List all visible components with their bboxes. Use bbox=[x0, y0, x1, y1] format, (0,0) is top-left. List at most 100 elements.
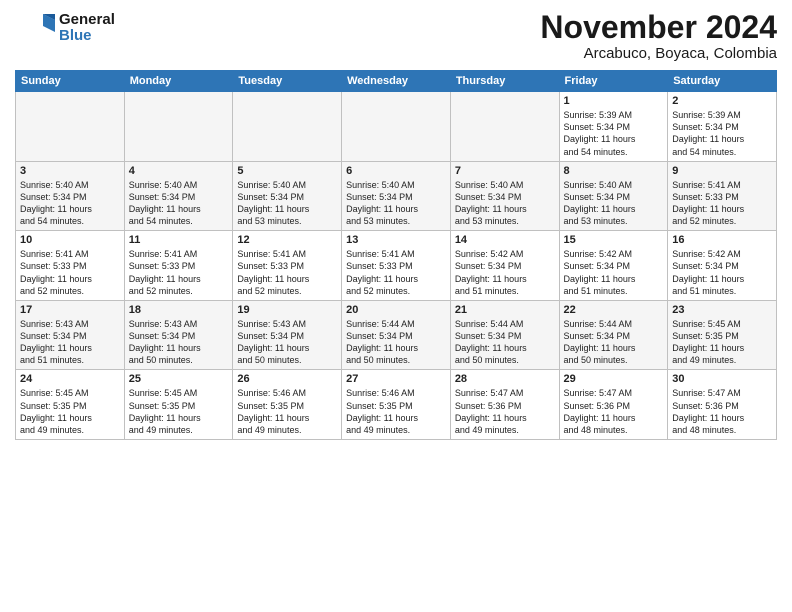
calendar-cell: 29 Sunrise: 5:47 AM Sunset: 5:36 PM Dayli… bbox=[559, 370, 668, 440]
calendar-cell: 24 Sunrise: 5:45 AM Sunset: 5:35 PM Dayli… bbox=[16, 370, 125, 440]
day-info: Sunrise: 5:44 AM Sunset: 5:34 PM Dayligh… bbox=[564, 318, 664, 367]
col-monday: Monday bbox=[124, 71, 233, 92]
calendar-cell: 13 Sunrise: 5:41 AM Sunset: 5:33 PM Dayli… bbox=[342, 231, 451, 301]
calendar-cell bbox=[16, 92, 125, 162]
day-info: Sunrise: 5:45 AM Sunset: 5:35 PM Dayligh… bbox=[129, 387, 229, 436]
day-number: 3 bbox=[20, 165, 120, 177]
day-info: Sunrise: 5:43 AM Sunset: 5:34 PM Dayligh… bbox=[129, 318, 229, 367]
day-info: Sunrise: 5:41 AM Sunset: 5:33 PM Dayligh… bbox=[346, 248, 446, 297]
day-info: Sunrise: 5:40 AM Sunset: 5:34 PM Dayligh… bbox=[237, 179, 337, 228]
day-number: 16 bbox=[672, 234, 772, 246]
day-number: 29 bbox=[564, 373, 664, 385]
day-info: Sunrise: 5:42 AM Sunset: 5:34 PM Dayligh… bbox=[455, 248, 555, 297]
day-number: 23 bbox=[672, 304, 772, 316]
day-number: 1 bbox=[564, 95, 664, 107]
header-row: Sunday Monday Tuesday Wednesday Thursday… bbox=[16, 71, 777, 92]
day-info: Sunrise: 5:44 AM Sunset: 5:34 PM Dayligh… bbox=[346, 318, 446, 367]
day-info: Sunrise: 5:47 AM Sunset: 5:36 PM Dayligh… bbox=[672, 387, 772, 436]
title-block: November 2024 Arcabuco, Boyaca, Colombia bbox=[540, 10, 777, 62]
calendar-cell: 12 Sunrise: 5:41 AM Sunset: 5:33 PM Dayli… bbox=[233, 231, 342, 301]
calendar-row: 17Sunrise: 5:43 AM Sunset: 5:34 PM Dayli… bbox=[16, 300, 777, 370]
calendar-cell: 21Sunrise: 5:44 AM Sunset: 5:34 PM Dayli… bbox=[450, 300, 559, 370]
day-info: Sunrise: 5:41 AM Sunset: 5:33 PM Dayligh… bbox=[129, 248, 229, 297]
logo: General Blue bbox=[15, 10, 115, 46]
calendar-cell: 28 Sunrise: 5:47 AM Sunset: 5:36 PM Dayli… bbox=[450, 370, 559, 440]
day-number: 14 bbox=[455, 234, 555, 246]
day-number: 9 bbox=[672, 165, 772, 177]
day-number: 5 bbox=[237, 165, 337, 177]
calendar-cell bbox=[342, 92, 451, 162]
day-info: Sunrise: 5:41 AM Sunset: 5:33 PM Dayligh… bbox=[237, 248, 337, 297]
day-number: 24 bbox=[20, 373, 120, 385]
calendar-cell: 25 Sunrise: 5:45 AM Sunset: 5:35 PM Dayli… bbox=[124, 370, 233, 440]
day-info: Sunrise: 5:40 AM Sunset: 5:34 PM Dayligh… bbox=[129, 179, 229, 228]
calendar-cell: 30Sunrise: 5:47 AM Sunset: 5:36 PM Dayli… bbox=[668, 370, 777, 440]
col-thursday: Thursday bbox=[450, 71, 559, 92]
col-sunday: Sunday bbox=[16, 71, 125, 92]
calendar-row: 24 Sunrise: 5:45 AM Sunset: 5:35 PM Dayli… bbox=[16, 370, 777, 440]
col-wednesday: Wednesday bbox=[342, 71, 451, 92]
day-number: 11 bbox=[129, 234, 229, 246]
calendar-cell: 18 Sunrise: 5:43 AM Sunset: 5:34 PM Dayli… bbox=[124, 300, 233, 370]
day-number: 4 bbox=[129, 165, 229, 177]
day-number: 8 bbox=[564, 165, 664, 177]
day-info: Sunrise: 5:46 AM Sunset: 5:35 PM Dayligh… bbox=[237, 387, 337, 436]
day-number: 28 bbox=[455, 373, 555, 385]
calendar-cell: 4 Sunrise: 5:40 AM Sunset: 5:34 PM Daylig… bbox=[124, 161, 233, 231]
day-info: Sunrise: 5:40 AM Sunset: 5:34 PM Dayligh… bbox=[564, 179, 664, 228]
calendar-cell: 9 Sunrise: 5:41 AM Sunset: 5:33 PM Daylig… bbox=[668, 161, 777, 231]
calendar-cell: 27Sunrise: 5:46 AM Sunset: 5:35 PM Dayli… bbox=[342, 370, 451, 440]
calendar-cell: 8 Sunrise: 5:40 AM Sunset: 5:34 PM Daylig… bbox=[559, 161, 668, 231]
calendar-cell: 23 Sunrise: 5:45 AM Sunset: 5:35 PM Dayli… bbox=[668, 300, 777, 370]
day-number: 20 bbox=[346, 304, 446, 316]
day-info: Sunrise: 5:47 AM Sunset: 5:36 PM Dayligh… bbox=[564, 387, 664, 436]
calendar-cell: 14 Sunrise: 5:42 AM Sunset: 5:34 PM Dayli… bbox=[450, 231, 559, 301]
logo-general: General bbox=[59, 12, 115, 29]
calendar-cell: 10Sunrise: 5:41 AM Sunset: 5:33 PM Dayli… bbox=[16, 231, 125, 301]
header: General Blue November 2024 Arcabuco, Boy… bbox=[15, 10, 777, 62]
col-saturday: Saturday bbox=[668, 71, 777, 92]
calendar-cell: 3 Sunrise: 5:40 AM Sunset: 5:34 PM Daylig… bbox=[16, 161, 125, 231]
day-number: 25 bbox=[129, 373, 229, 385]
day-number: 2 bbox=[672, 95, 772, 107]
calendar-cell: 15 Sunrise: 5:42 AM Sunset: 5:34 PM Dayli… bbox=[559, 231, 668, 301]
day-info: Sunrise: 5:41 AM Sunset: 5:33 PM Dayligh… bbox=[672, 179, 772, 228]
day-number: 7 bbox=[455, 165, 555, 177]
day-info: Sunrise: 5:42 AM Sunset: 5:34 PM Dayligh… bbox=[564, 248, 664, 297]
day-info: Sunrise: 5:42 AM Sunset: 5:34 PM Dayligh… bbox=[672, 248, 772, 297]
calendar-row: 10Sunrise: 5:41 AM Sunset: 5:33 PM Dayli… bbox=[16, 231, 777, 301]
calendar-cell: 1 Sunrise: 5:39 AM Sunset: 5:34 PM Daylig… bbox=[559, 92, 668, 162]
calendar-cell: 2Sunrise: 5:39 AM Sunset: 5:34 PM Daylig… bbox=[668, 92, 777, 162]
day-number: 19 bbox=[237, 304, 337, 316]
day-info: Sunrise: 5:40 AM Sunset: 5:34 PM Dayligh… bbox=[20, 179, 120, 228]
calendar-cell bbox=[450, 92, 559, 162]
day-info: Sunrise: 5:45 AM Sunset: 5:35 PM Dayligh… bbox=[20, 387, 120, 436]
calendar-cell: 16 Sunrise: 5:42 AM Sunset: 5:34 PM Dayli… bbox=[668, 231, 777, 301]
day-info: Sunrise: 5:39 AM Sunset: 5:34 PM Dayligh… bbox=[564, 109, 664, 158]
day-number: 22 bbox=[564, 304, 664, 316]
col-tuesday: Tuesday bbox=[233, 71, 342, 92]
calendar-cell: 11 Sunrise: 5:41 AM Sunset: 5:33 PM Dayli… bbox=[124, 231, 233, 301]
day-number: 15 bbox=[564, 234, 664, 246]
day-info: Sunrise: 5:47 AM Sunset: 5:36 PM Dayligh… bbox=[455, 387, 555, 436]
calendar-cell: 26 Sunrise: 5:46 AM Sunset: 5:35 PM Dayli… bbox=[233, 370, 342, 440]
day-number: 27 bbox=[346, 373, 446, 385]
day-number: 13 bbox=[346, 234, 446, 246]
page: General Blue November 2024 Arcabuco, Boy… bbox=[0, 0, 792, 455]
calendar-cell: 6Sunrise: 5:40 AM Sunset: 5:34 PM Daylig… bbox=[342, 161, 451, 231]
location-subtitle: Arcabuco, Boyaca, Colombia bbox=[540, 45, 777, 62]
logo-text: General Blue bbox=[59, 12, 115, 45]
day-number: 12 bbox=[237, 234, 337, 246]
calendar-cell: 5 Sunrise: 5:40 AM Sunset: 5:34 PM Daylig… bbox=[233, 161, 342, 231]
day-info: Sunrise: 5:44 AM Sunset: 5:34 PM Dayligh… bbox=[455, 318, 555, 367]
day-number: 26 bbox=[237, 373, 337, 385]
day-number: 18 bbox=[129, 304, 229, 316]
calendar-cell: 17Sunrise: 5:43 AM Sunset: 5:34 PM Dayli… bbox=[16, 300, 125, 370]
calendar-cell bbox=[124, 92, 233, 162]
day-info: Sunrise: 5:40 AM Sunset: 5:34 PM Dayligh… bbox=[455, 179, 555, 228]
calendar-cell: 20 Sunrise: 5:44 AM Sunset: 5:34 PM Dayli… bbox=[342, 300, 451, 370]
day-info: Sunrise: 5:43 AM Sunset: 5:34 PM Dayligh… bbox=[20, 318, 120, 367]
calendar-cell: 19Sunrise: 5:43 AM Sunset: 5:34 PM Dayli… bbox=[233, 300, 342, 370]
day-info: Sunrise: 5:45 AM Sunset: 5:35 PM Dayligh… bbox=[672, 318, 772, 367]
calendar-cell: 22 Sunrise: 5:44 AM Sunset: 5:34 PM Dayli… bbox=[559, 300, 668, 370]
